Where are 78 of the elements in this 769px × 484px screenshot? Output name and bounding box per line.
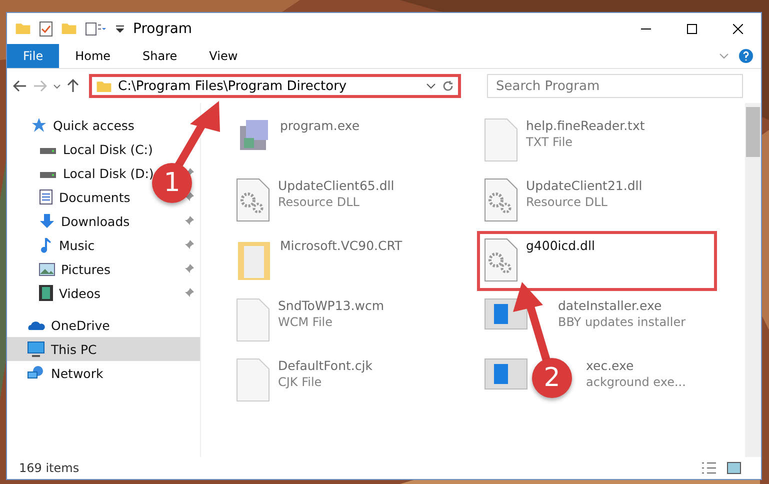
music-note-icon [39,237,53,253]
gears-file-icon [236,178,270,222]
monitor-icon [27,341,45,357]
refresh-icon[interactable] [442,80,454,92]
folder-icon [15,22,31,35]
pin-icon[interactable] [184,192,194,202]
sidebar-label[interactable]: Quick access [53,118,134,132]
window-icon [484,298,528,330]
star-icon [31,117,47,133]
sidebar-label[interactable]: Music [59,238,95,252]
file-type: BBY updates installer [558,315,686,329]
file-type: TXT File [526,135,574,149]
address-path: C:\Program Files\Program Directory [118,78,348,94]
details-view-icon[interactable] [701,462,717,474]
file-type: CJK File [278,375,323,389]
file-name[interactable]: program.exe [280,118,360,133]
blank-file-icon [484,118,518,162]
sidebar-label[interactable]: Local Disk (D:) [63,166,154,180]
network-icon [27,365,45,381]
file-name[interactable]: UpdateClient21.dll [526,178,642,193]
sidebar-label[interactable]: Documents [59,190,130,204]
document-icon [39,189,53,205]
file-item[interactable]: g400icd.dll [477,231,717,291]
sidebar-label[interactable]: Local Disk (C:) [63,142,153,156]
cloud-icon [27,319,45,331]
sidebar-item[interactable]: This PC [7,337,200,361]
folder-icon [61,22,77,35]
chevron-down-icon[interactable] [426,83,436,89]
file-name[interactable]: UpdateClient65.dll [278,178,394,193]
sidebar-label[interactable]: Pictures [61,262,110,276]
checklist-icon[interactable] [39,20,53,36]
up-arrow-icon[interactable] [67,79,79,93]
ribbon-tab[interactable]: File [7,44,60,68]
sidebar-label[interactable]: OneDrive [51,318,110,332]
gears-file-icon [484,238,518,282]
file-type: ackground exe... [586,375,686,389]
film-icon [39,285,53,301]
maximize-icon[interactable] [687,24,697,34]
pin-icon[interactable] [184,216,194,226]
file-name[interactable]: dateInstaller.exe [558,298,686,313]
window-title: Program [133,20,192,36]
dropdown-icon[interactable] [115,24,125,34]
close-icon[interactable] [733,24,743,34]
file-name[interactable]: help.fineReader.txt [526,118,645,133]
gears-file-icon [484,178,518,222]
pictures-icon [39,262,55,276]
file-name[interactable]: DefaultFont.cjk [278,358,372,373]
file-type: Resource DLL [278,195,360,209]
back-arrow-icon[interactable] [13,80,27,92]
ribbon-tab[interactable]: View [193,44,254,68]
ribbon-tab[interactable]: Home [59,44,127,68]
chevron-down-icon[interactable] [53,84,61,88]
file-type: WCM File [278,315,334,329]
address-bar[interactable]: C:\Program Files\Program Directory [89,74,461,98]
help-icon[interactable] [739,49,753,63]
large-icons-view-icon[interactable] [727,462,741,474]
scrollbar[interactable] [745,103,761,457]
file-name[interactable]: xec.exe [586,358,686,373]
properties-icon[interactable] [85,22,107,36]
search-field[interactable]: Search Program [487,74,743,98]
sidebar-label[interactable]: Network [51,366,104,380]
ribbon-tab[interactable]: Share [126,44,194,68]
pin-icon[interactable] [184,240,194,250]
item-count: 169 items [19,461,80,475]
pin-icon[interactable] [184,264,194,274]
file-name[interactable]: Microsoft.VC90.CRT [280,238,402,253]
download-icon [39,213,55,229]
file-name[interactable]: SndToWP13.wcm [278,298,384,313]
pin-icon[interactable] [184,288,194,298]
blank-file-icon [236,358,270,402]
sidebar-label[interactable]: Videos [59,286,101,300]
file-type: Resource DLL [526,195,608,209]
window-icon [484,358,528,390]
folder-icon [96,80,112,92]
sidebar-label: This PC [51,342,97,356]
blank-file-icon [236,298,270,342]
file-name: g400icd.dll [526,238,595,253]
sidebar-label[interactable]: Downloads [61,214,130,228]
